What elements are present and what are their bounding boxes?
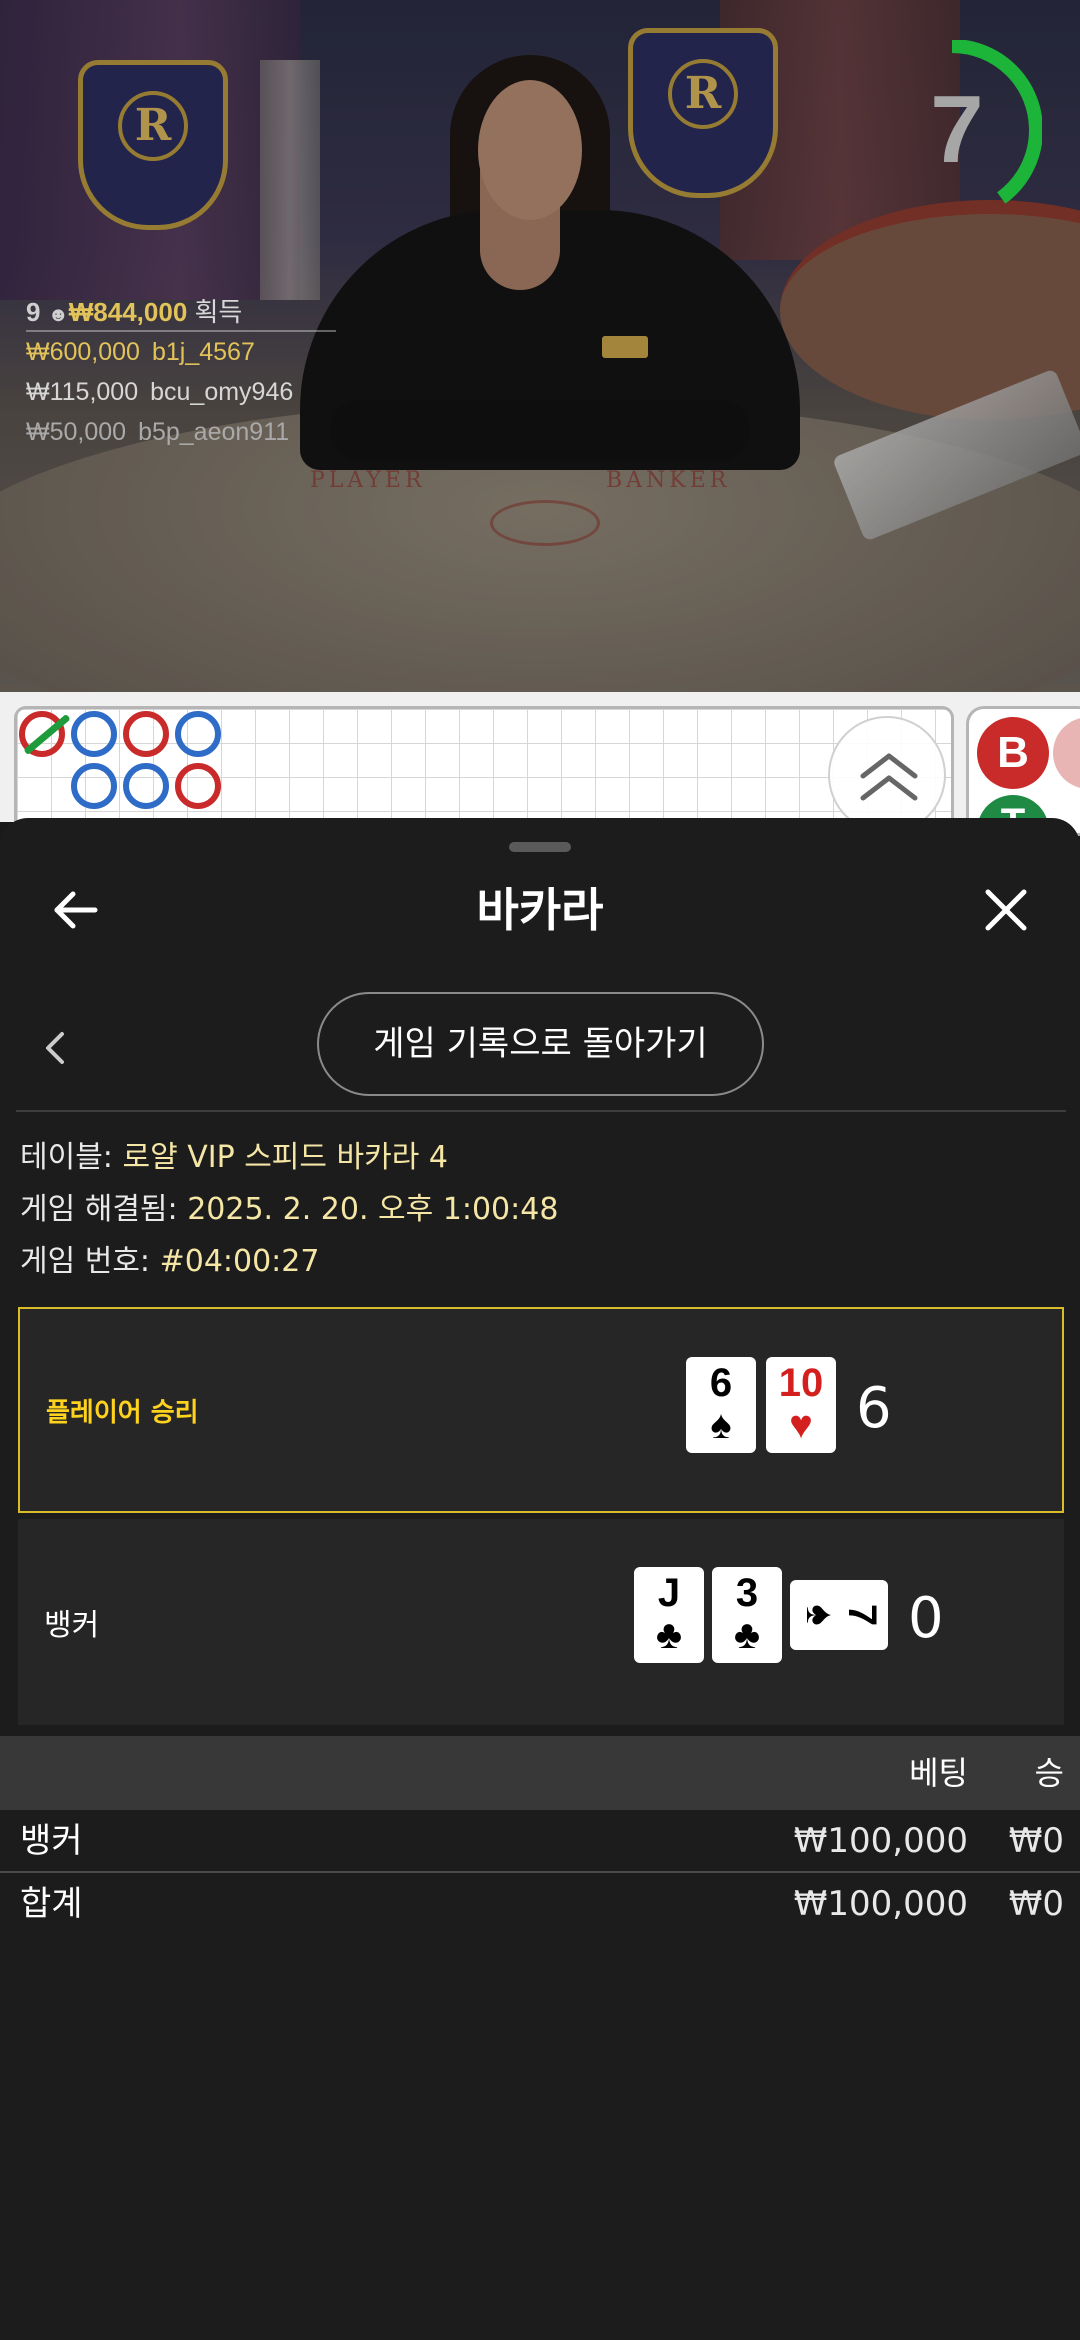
total-bet: ₩100,000 [793, 1884, 968, 1924]
road-bead-banker [175, 763, 221, 809]
winner-user: bcu_omy946 [150, 378, 294, 406]
round-number-info: 게임 번호: #04:00:27 [20, 1244, 320, 1279]
road-bead-player [175, 711, 221, 757]
column-bet: 베팅 [909, 1754, 968, 1792]
winner-user: b1j_4567 [151, 338, 255, 366]
winner-amount: ₩50,000 [26, 418, 127, 446]
winner-user: b5p_aeon911 [138, 418, 290, 446]
road-bead-player [123, 763, 169, 809]
banker-result-label: 뱅커 [44, 1608, 100, 1643]
winner-amount: ₩115,000 [26, 378, 139, 406]
winner-count: 9 [26, 297, 41, 327]
bet-amount: ₩100,000 [793, 1821, 968, 1861]
playing-card: J ♣ [634, 1567, 704, 1663]
banker-hand: 뱅커 J ♣ 3 ♣ 7 ♠ 0 [18, 1519, 1064, 1725]
table-name: 로얄 VIP 스피드 바카라 4 [122, 1140, 448, 1175]
win-amount: ₩0 [1008, 1821, 1064, 1861]
table-row: 뱅커 ₩100,000 ₩0 [0, 1810, 1080, 1872]
winners-list: 9 ☻₩844,000 획득 ₩600,000 b1j_4567 ₩115,000… [26, 292, 336, 452]
winner-row: ₩50,000 b5p_aeon911 [26, 412, 336, 452]
banker-score: 0 [908, 1586, 944, 1651]
total-row: 합계 ₩100,000 ₩0 [0, 1873, 1080, 1935]
round-number: #04:00:27 [159, 1244, 320, 1279]
game-history-sheet: 바카라 게임 기록으로 돌아가기 테이블: 로얄 VIP 스피드 바카라 4 게… [0, 818, 1080, 2340]
settled-time: 2025. 2. 20. 오후 1:00:48 [187, 1192, 559, 1227]
settled-info: 게임 해결됨: 2025. 2. 20. 오후 1:00:48 [20, 1192, 559, 1227]
divider [16, 1110, 1066, 1112]
club-icon: ♣ [655, 1613, 683, 1657]
sheet-title: 바카라 [476, 883, 604, 937]
player-hand: 플레이어 승리 6 ♠ 10 ♥ 6 [18, 1307, 1064, 1513]
total-label: 합계 [20, 1884, 83, 1924]
sheet-drag-handle[interactable] [509, 842, 571, 852]
spade-icon: ♠ [798, 1604, 842, 1626]
playing-card-third: 7 ♠ [790, 1580, 888, 1650]
round-info: 테이블: 로얄 VIP 스피드 바카라 4 게임 해결됨: 2025. 2. 2… [20, 1132, 1060, 1288]
arrow-left-icon [54, 891, 98, 929]
banker-chip: B [977, 717, 1049, 789]
bet-type: 뱅커 [20, 1821, 83, 1861]
winners-summary: 9 ☻₩844,000 획득 [26, 292, 336, 332]
live-video[interactable]: R R PLAYER BANKER 7 9 ☻₩844,000 획득 ₩600,… [0, 0, 1080, 692]
banker-chip-secondary [1053, 717, 1080, 789]
double-chevron-up-icon [860, 753, 918, 801]
winners-label: 획득 [194, 297, 243, 327]
road-bead-player [71, 711, 117, 757]
column-win: 승 [1034, 1754, 1064, 1792]
road-bead-banker [123, 711, 169, 757]
countdown-number: 7 [930, 76, 984, 183]
winner-row: ₩115,000 bcu_omy946 [26, 372, 336, 412]
playing-card: 3 ♣ [712, 1567, 782, 1663]
playing-card: 6 ♠ [686, 1357, 756, 1453]
expand-roadmap-button[interactable] [828, 716, 946, 834]
player-result-label: 플레이어 승리 [46, 1397, 199, 1428]
person-icon: ☻ [47, 304, 69, 326]
spade-icon: ♠ [710, 1403, 732, 1447]
road-bead-player [71, 763, 117, 809]
club-icon: ♣ [733, 1613, 761, 1657]
roadmap-strip: B T [0, 692, 1080, 836]
close-button[interactable] [970, 874, 1042, 946]
total-win: ₩0 [1008, 1884, 1064, 1924]
winner-row: ₩600,000 b1j_4567 [26, 332, 336, 372]
bet-predict-panel[interactable]: B T [966, 706, 1080, 836]
chevron-left-icon [46, 1032, 64, 1064]
winner-amount: ₩600,000 [26, 338, 140, 366]
countdown-timer: 7 [912, 40, 1042, 220]
heart-icon: ♥ [789, 1403, 813, 1447]
previous-round-button[interactable] [30, 1018, 80, 1078]
bets-table-header: 베팅 승 [0, 1736, 1080, 1810]
table-info: 테이블: 로얄 VIP 스피드 바카라 4 [20, 1140, 448, 1175]
player-score: 6 [856, 1376, 892, 1441]
close-icon [985, 889, 1027, 931]
back-button[interactable] [40, 874, 112, 946]
playing-card: 10 ♥ [766, 1357, 836, 1453]
back-to-history-button[interactable]: 게임 기록으로 돌아가기 [317, 992, 764, 1096]
winners-total: ₩844,000 [68, 297, 188, 327]
bead-road[interactable] [14, 706, 954, 836]
